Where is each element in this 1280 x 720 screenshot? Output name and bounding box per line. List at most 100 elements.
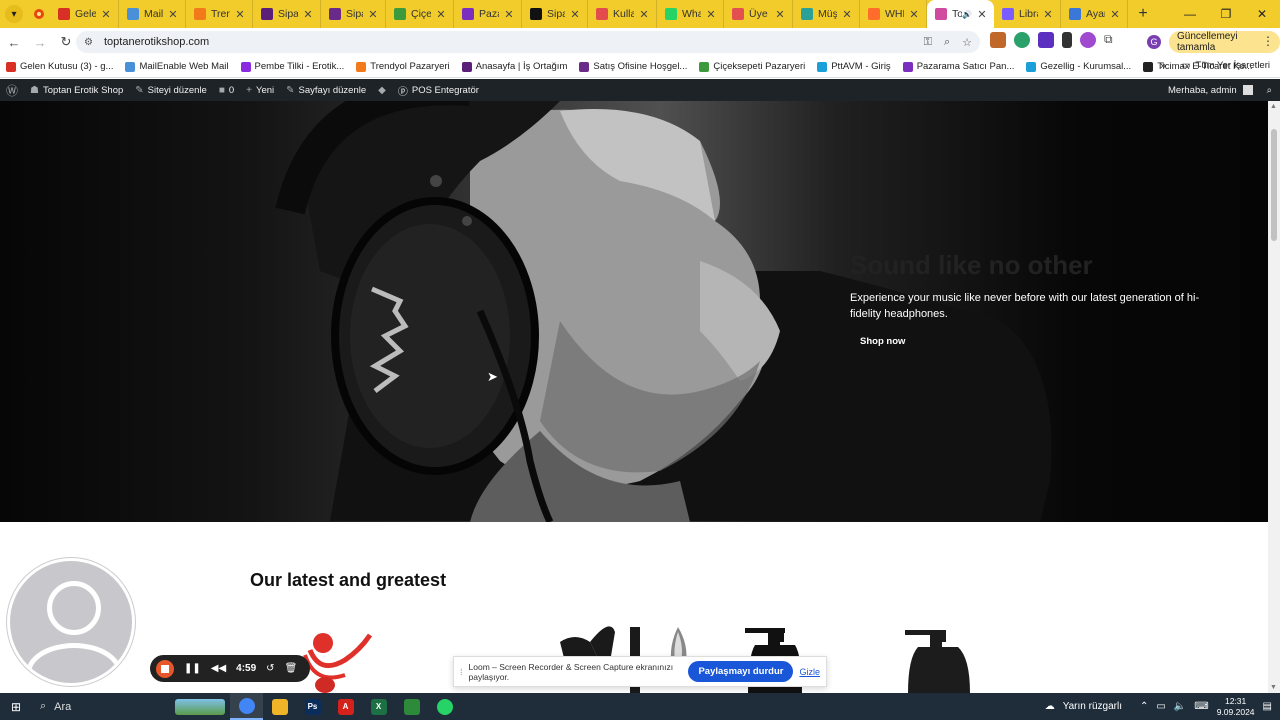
- restart-icon[interactable]: ↺: [266, 663, 274, 674]
- bookmark-item[interactable]: Çiçeksepeti Pazaryeri: [693, 61, 811, 72]
- close-tab-icon[interactable]: ✕: [774, 8, 786, 21]
- bookmark-item[interactable]: Gelen Kutusu (3) - g...: [0, 61, 119, 72]
- address-bar[interactable]: ⚙ toptanerotikshop.com ⚿ ⌕ ☆: [76, 31, 980, 53]
- admin-comments[interactable]: ■ 0: [213, 85, 240, 96]
- browser-tab[interactable]: Çiçek ✕: [386, 0, 454, 28]
- browser-tab[interactable]: Ayarl ✕: [1061, 0, 1128, 28]
- browser-tab[interactable]: Sipari ✕: [321, 0, 386, 28]
- close-tab-icon[interactable]: ✕: [705, 8, 717, 21]
- scroll-up-icon[interactable]: ▲: [1270, 103, 1277, 110]
- extension-icon[interactable]: [1062, 32, 1072, 48]
- taskbar-app-app-green[interactable]: [395, 693, 428, 720]
- wp-logo-menu[interactable]: Ⓦ: [0, 82, 24, 99]
- browser-tab[interactable]: What ✕: [657, 0, 724, 28]
- close-tab-icon[interactable]: ✕: [167, 8, 179, 21]
- browser-tab[interactable]: Trend ✕: [186, 0, 253, 28]
- page-scrollbar[interactable]: ▲ ▼: [1268, 101, 1280, 693]
- trash-icon[interactable]: 🗑: [285, 663, 298, 674]
- taskbar-app-photoshop[interactable]: Ps: [296, 693, 329, 720]
- language-icon[interactable]: ⌨: [1194, 701, 1208, 712]
- extension-icon[interactable]: [1014, 32, 1030, 48]
- bookmark-item[interactable]: Pazarama Satıcı Pan...: [897, 61, 1021, 72]
- close-tab-icon[interactable]: ✕: [1109, 8, 1121, 21]
- extension-icon[interactable]: [1080, 32, 1096, 48]
- site-info-icon[interactable]: ⚙: [84, 37, 104, 48]
- taskbar-app-whatsapp[interactable]: [428, 693, 461, 720]
- notifications-icon[interactable]: ▤: [1263, 701, 1272, 712]
- admin-edit-page[interactable]: ✎ Sayfayı düzenle: [280, 85, 372, 96]
- shop-now-button[interactable]: Shop now: [850, 333, 915, 350]
- taskbar-app-excel[interactable]: X: [362, 693, 395, 720]
- volume-icon[interactable]: 🔈: [1174, 701, 1186, 712]
- tab-search-button[interactable]: ▾: [0, 0, 28, 28]
- all-bookmarks-folder[interactable]: ▭ Tüm Yer İşaretleri: [1182, 60, 1270, 71]
- admin-site-name[interactable]: ☗ Toptan Erotik Shop: [24, 85, 129, 96]
- browser-tab[interactable]: Müşt ✕: [793, 0, 860, 28]
- taskbar-app-acrobat[interactable]: A: [329, 693, 362, 720]
- extensions-puzzle-icon[interactable]: ⧉: [1104, 32, 1120, 48]
- search-icon[interactable]: ⌕: [1267, 85, 1272, 96]
- back-button[interactable]: ←: [2, 30, 26, 54]
- pause-icon[interactable]: ❚❚: [184, 663, 201, 674]
- browser-tab[interactable]: Sipari ✕: [522, 0, 588, 28]
- profile-avatar[interactable]: G: [1147, 35, 1161, 49]
- close-tab-icon[interactable]: ✕: [908, 8, 920, 21]
- product-image[interactable]: [900, 628, 980, 693]
- taskbar-search[interactable]: ⌕ Ara: [32, 693, 170, 720]
- close-tab-icon[interactable]: ✕: [841, 8, 853, 21]
- chevron-up-icon[interactable]: ⌃: [1140, 701, 1148, 712]
- browser-tab[interactable]: Libra ✕: [994, 0, 1061, 28]
- close-tab-icon[interactable]: ✕: [976, 8, 988, 21]
- bookmark-item[interactable]: Gezellig - Kurumsal...: [1020, 61, 1137, 72]
- close-window-button[interactable]: ✕: [1244, 0, 1280, 28]
- more-bookmarks-icon[interactable]: »: [1160, 60, 1166, 72]
- admin-pos[interactable]: ⓟ POS Entegratör: [392, 83, 485, 98]
- rewind-icon[interactable]: ◀◀: [211, 663, 226, 674]
- minimize-button[interactable]: —: [1172, 0, 1208, 28]
- scroll-down-icon[interactable]: ▼: [1270, 684, 1277, 691]
- browser-tab[interactable]: WHM ✕: [860, 0, 927, 28]
- admin-customize[interactable]: ✎ Siteyi düzenle: [129, 85, 213, 96]
- maximize-button[interactable]: ❐: [1208, 0, 1244, 28]
- close-tab-icon[interactable]: ✕: [234, 8, 246, 21]
- stop-sharing-button[interactable]: Paylaşmayı durdur: [688, 661, 794, 682]
- browser-tab[interactable]: MailE ✕: [119, 0, 186, 28]
- loom-camera-bubble[interactable]: [7, 558, 135, 686]
- hide-link[interactable]: Gizle: [799, 667, 820, 677]
- bookmark-item[interactable]: Trendyol Pazaryeri: [350, 61, 455, 72]
- close-tab-icon[interactable]: ✕: [302, 8, 314, 21]
- scrollbar-thumb[interactable]: [1271, 129, 1277, 241]
- close-tab-icon[interactable]: ✕: [367, 8, 379, 21]
- extension-icon[interactable]: [990, 32, 1006, 48]
- taskbar-app-chrome[interactable]: [230, 693, 263, 720]
- extension-icon[interactable]: [1038, 32, 1054, 48]
- stop-recording-button[interactable]: [156, 659, 174, 678]
- close-tab-icon[interactable]: ✕: [638, 8, 650, 21]
- weather-icon[interactable]: ☁: [1045, 701, 1055, 712]
- browser-tab[interactable]: To 🔊 ✕: [927, 0, 994, 28]
- admin-diamond[interactable]: ◆: [372, 85, 392, 96]
- forward-button[interactable]: →: [28, 30, 52, 54]
- pinned-tab[interactable]: [28, 0, 50, 28]
- admin-account[interactable]: Merhaba, admin ⌕: [1168, 79, 1272, 101]
- close-tab-icon[interactable]: ✕: [569, 8, 581, 21]
- network-icon[interactable]: ▭: [1156, 701, 1165, 712]
- bookmark-star-icon[interactable]: ☆: [962, 36, 972, 49]
- clock[interactable]: 12:31 9.09.2024: [1217, 696, 1255, 718]
- browser-menu-icon[interactable]: ⋮: [1262, 34, 1274, 48]
- bookmark-item[interactable]: PttAVM - Giriş: [811, 61, 896, 72]
- new-tab-button[interactable]: +: [1128, 5, 1158, 23]
- reload-button[interactable]: ↻: [54, 30, 78, 54]
- close-tab-icon[interactable]: ✕: [503, 8, 515, 21]
- bookmark-item[interactable]: Pembe Tilki - Erotik...: [235, 61, 351, 72]
- browser-tab[interactable]: Üye C ✕: [724, 0, 793, 28]
- admin-new[interactable]: + Yeni: [240, 85, 280, 96]
- widgets-button[interactable]: [170, 693, 230, 720]
- taskbar-app-explorer[interactable]: [263, 693, 296, 720]
- browser-tab[interactable]: Kulla ✕: [588, 0, 657, 28]
- close-tab-icon[interactable]: ✕: [1042, 8, 1054, 21]
- bookmark-item[interactable]: Satış Ofisine Hoşgel...: [573, 61, 693, 72]
- password-key-icon[interactable]: ⚿: [924, 36, 932, 49]
- browser-tab[interactable]: Pazar ✕: [454, 0, 522, 28]
- zoom-icon[interactable]: ⌕: [944, 36, 950, 49]
